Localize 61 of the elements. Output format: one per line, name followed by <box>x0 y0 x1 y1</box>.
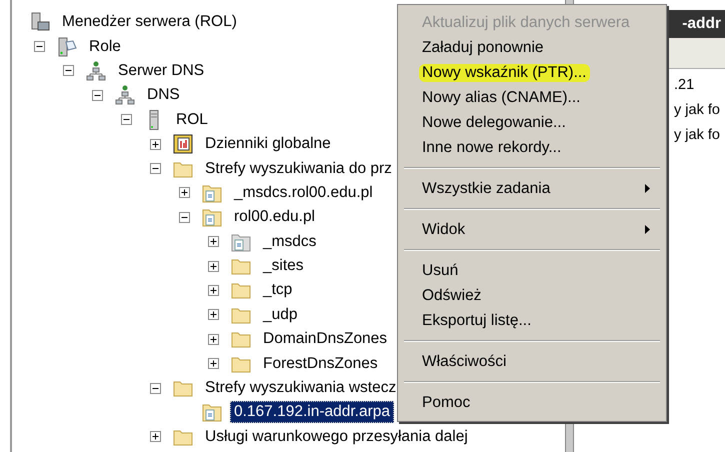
log-book-icon <box>173 134 193 154</box>
tree-item[interactable]: _tcp <box>259 279 296 302</box>
tree-item[interactable]: Role <box>85 36 125 58</box>
tree-item[interactable]: DNS <box>143 84 184 106</box>
tree-item[interactable]: 0.167.192.in-addr.arpa <box>230 401 394 424</box>
submenu-arrow-icon <box>645 225 650 234</box>
table-cell-text: y jak fo <box>674 101 721 120</box>
tree-item[interactable]: Usługi warunkowego przesyłania dalej <box>201 426 472 448</box>
expand-icon[interactable] <box>208 334 219 345</box>
expand-icon[interactable] <box>150 431 161 442</box>
menu-item[interactable]: Wszystkie zadania <box>400 176 664 201</box>
expand-icon[interactable] <box>208 284 219 296</box>
network-icon <box>115 85 135 106</box>
tree-item[interactable]: _udp <box>259 304 302 326</box>
server-manager-icon <box>30 12 50 32</box>
menu-item[interactable]: Pomoc <box>400 390 664 415</box>
collapse-icon[interactable] <box>121 114 132 126</box>
collapse-icon[interactable] <box>92 90 103 101</box>
expand-icon[interactable] <box>208 358 219 370</box>
table-cell-text: y jak fo <box>674 126 721 145</box>
zone-folder-icon <box>202 182 222 203</box>
menu-item[interactable]: Odśwież <box>400 283 664 308</box>
menu-item[interactable]: Nowy wskaźnik (PTR)... <box>400 60 664 85</box>
zone-folder-icon <box>202 402 222 422</box>
tree-item[interactable]: ForestDnsZones <box>259 352 382 375</box>
tree-item[interactable]: Menedżer serwera (ROL) <box>58 11 241 34</box>
tree-item[interactable]: DomainDnsZones <box>259 328 392 350</box>
tree-item[interactable]: Dzienniki globalne <box>201 133 335 156</box>
collapse-icon[interactable] <box>150 163 161 174</box>
menu-item[interactable]: Nowy alias (CNAME)... <box>400 85 664 110</box>
expand-icon[interactable] <box>208 236 219 248</box>
tree-item[interactable]: Serwer DNS <box>114 60 208 82</box>
collapse-icon[interactable] <box>179 212 190 223</box>
tree-item[interactable]: ROL <box>172 108 212 131</box>
menu-item[interactable]: Widok <box>400 217 664 242</box>
network-icon <box>86 60 106 81</box>
menu-item[interactable]: Załaduj ponownie <box>400 35 664 60</box>
collapse-icon[interactable] <box>150 382 161 394</box>
tree-item[interactable]: _msdcs <box>259 230 320 253</box>
table-cell-text: .21 <box>674 76 696 95</box>
menu-item[interactable]: Nowe delegowanie... <box>400 110 664 135</box>
collapse-icon[interactable] <box>34 41 45 52</box>
expand-icon[interactable] <box>208 260 219 272</box>
inactive-zone-folder-icon <box>231 232 251 252</box>
server-document-icon <box>57 36 77 57</box>
submenu-arrow-icon <box>645 184 650 193</box>
menu-item[interactable]: Eksportuj listę... <box>400 308 664 333</box>
tree-item[interactable]: Strefy wyszukiwania do prz <box>201 158 396 180</box>
menu-item[interactable]: Inne nowe rekordy... <box>400 135 664 160</box>
expand-icon[interactable] <box>208 309 219 320</box>
menu-item[interactable]: Usuń <box>400 258 664 283</box>
zone-folder-icon <box>202 207 222 228</box>
tree-item[interactable]: Strefy wyszukiwania wstecz <box>201 377 400 400</box>
expand-icon[interactable] <box>179 187 190 198</box>
details-title: -addr <box>682 15 721 33</box>
tree-item[interactable]: rol00.edu.pl <box>230 206 320 228</box>
menu-item[interactable]: Właściwości <box>400 349 664 374</box>
tree-item[interactable]: _msdcs.rol00.edu.pl <box>230 182 377 204</box>
expand-icon[interactable] <box>150 138 161 150</box>
tree-item[interactable]: _sites <box>259 255 308 278</box>
collapse-icon[interactable] <box>63 65 74 76</box>
